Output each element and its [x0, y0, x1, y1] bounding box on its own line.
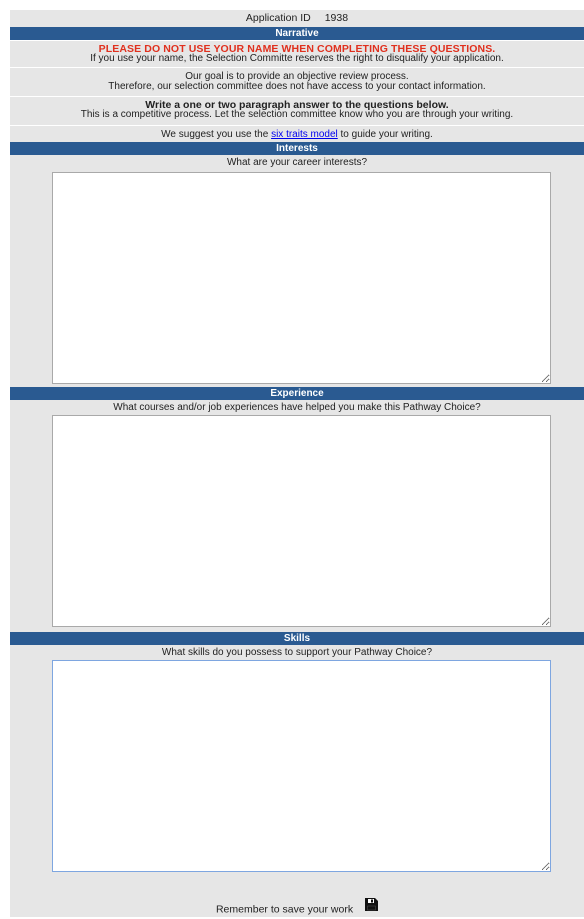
suggestion-line: We suggest you use the six traits model … [10, 125, 584, 142]
six-traits-model-link[interactable]: six traits model [271, 129, 338, 140]
instructions-text: This is a competitive process. Let the s… [80, 109, 514, 120]
save-reminder-text: Remember to save your work [215, 903, 354, 916]
skills-textarea[interactable] [52, 660, 551, 872]
warning-block: PLEASE DO NOT USE YOUR NAME WHEN COMPLET… [10, 40, 584, 67]
floppy-disk-save-icon[interactable] [365, 898, 379, 917]
interests-textarea[interactable] [52, 172, 551, 384]
interests-answer-area [10, 170, 584, 387]
skills-question: What skills do you possess to support yo… [161, 647, 433, 658]
disqualify-note: If you use your name, the Selection Comm… [90, 53, 504, 64]
application-id-row: Application ID 1938 [10, 10, 584, 27]
skills-header: Skills [10, 632, 584, 645]
experience-answer-area [10, 415, 584, 632]
application-panel: Application ID 1938 Narrative PLEASE DO N… [10, 10, 584, 917]
goal-block: Our goal is to provide an objective revi… [10, 67, 584, 96]
save-reminder: Remember to save your work [10, 898, 584, 917]
experience-header: Experience [10, 387, 584, 400]
skills-answer-area [10, 660, 584, 877]
narrative-header: Narrative [10, 27, 584, 40]
instructions-block: Write a one or two paragraph answer to t… [10, 96, 584, 125]
suggestion-prefix: We suggest you use the [161, 129, 269, 140]
interests-question: What are your career interests? [226, 157, 368, 168]
suggestion-suffix: to guide your writing. [340, 129, 433, 140]
application-id-label: Application ID [245, 12, 311, 24]
interests-header: Interests [10, 142, 584, 155]
goal-line-2: Therefore, our selection committee does … [108, 81, 486, 92]
application-id-value: 1938 [324, 12, 349, 24]
experience-question: What courses and/or job experiences have… [113, 402, 481, 413]
experience-textarea[interactable] [52, 415, 551, 627]
